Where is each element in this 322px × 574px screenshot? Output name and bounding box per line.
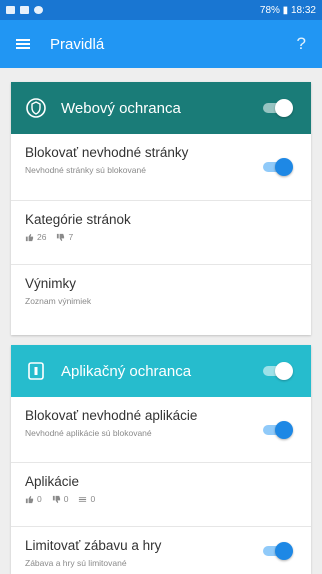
blocked-apps-count: 0 xyxy=(63,494,69,504)
timer-icon xyxy=(79,496,87,502)
web-protection-card: Webový ochranca Blokovať nevhodné stránk… xyxy=(11,82,311,335)
limit-games-toggle[interactable] xyxy=(263,541,293,560)
allowed-apps-count: 0 xyxy=(37,494,42,504)
help-icon[interactable]: ? xyxy=(297,34,306,54)
thumb-down-icon xyxy=(57,233,65,241)
exceptions-subtitle: Zoznam výnimiek xyxy=(25,296,92,306)
thumb-up-icon xyxy=(25,495,34,503)
site-categories-stats: 26 7 xyxy=(25,232,297,242)
block-apps-toggle[interactable] xyxy=(263,420,293,439)
globe-shield-icon xyxy=(25,97,47,119)
screenshot-notification-icon xyxy=(20,6,29,14)
status-right: 78% ▮ 18:32 xyxy=(259,4,316,16)
block-sites-subtitle: Nevhodné stránky sú blokované xyxy=(25,165,146,175)
block-apps-subtitle: Nevhodné aplikácie sú blokované xyxy=(25,428,152,438)
thumb-up-icon xyxy=(25,233,34,241)
status-bar: 78% ▮ 18:32 xyxy=(0,0,322,20)
app-protection-header[interactable]: Aplikačný ochranca xyxy=(11,345,311,397)
block-sites-toggle[interactable] xyxy=(263,158,293,176)
hamburger-icon[interactable] xyxy=(16,39,30,49)
block-sites-row[interactable]: Blokovať nevhodné stránky Nevhodné strán… xyxy=(11,134,311,201)
web-protection-header[interactable]: Webový ochranca xyxy=(11,82,311,134)
site-categories-title: Kategórie stránok xyxy=(25,212,131,227)
block-apps-title: Blokovať nevhodné aplikácie xyxy=(25,408,198,423)
thumb-down-icon xyxy=(52,495,60,503)
applications-stats: 0 0 0 xyxy=(25,494,297,504)
image-notification-icon xyxy=(6,6,15,14)
applications-row[interactable]: Aplikácie 0 0 0 xyxy=(11,463,311,527)
app-protection-title: Aplikačný ochranca xyxy=(61,362,192,380)
block-sites-title: Blokovať nevhodné stránky xyxy=(25,145,189,160)
shield-notification-icon xyxy=(34,6,43,14)
app-protection-toggle[interactable] xyxy=(263,362,293,380)
app-toolbar: Pravidlá ? xyxy=(0,20,322,68)
limited-apps-count: 0 xyxy=(90,494,96,504)
web-protection-toggle[interactable] xyxy=(263,99,293,117)
app-lock-icon xyxy=(25,360,47,382)
applications-title: Aplikácie xyxy=(25,474,80,489)
exceptions-title: Výnimky xyxy=(25,276,77,291)
limit-games-subtitle: Zábava a hry sú limitované xyxy=(25,558,127,568)
block-apps-row[interactable]: Blokovať nevhodné aplikácie Nevhodné apl… xyxy=(11,397,311,463)
blocked-count: 7 xyxy=(68,232,74,242)
app-protection-card: Aplikačný ochranca Blokovať nevhodné apl… xyxy=(11,345,311,574)
limit-games-title: Limitovať zábavu a hry xyxy=(25,538,162,553)
allowed-count: 26 xyxy=(37,232,47,242)
limit-games-row[interactable]: Limitovať zábavu a hry Zábava a hry sú l… xyxy=(11,527,311,574)
page-title: Pravidlá xyxy=(50,35,105,53)
site-categories-row[interactable]: Kategórie stránok 26 7 xyxy=(11,201,311,265)
exceptions-row[interactable]: Výnimky Zoznam výnimiek xyxy=(11,265,311,335)
web-protection-title: Webový ochranca xyxy=(61,99,181,117)
